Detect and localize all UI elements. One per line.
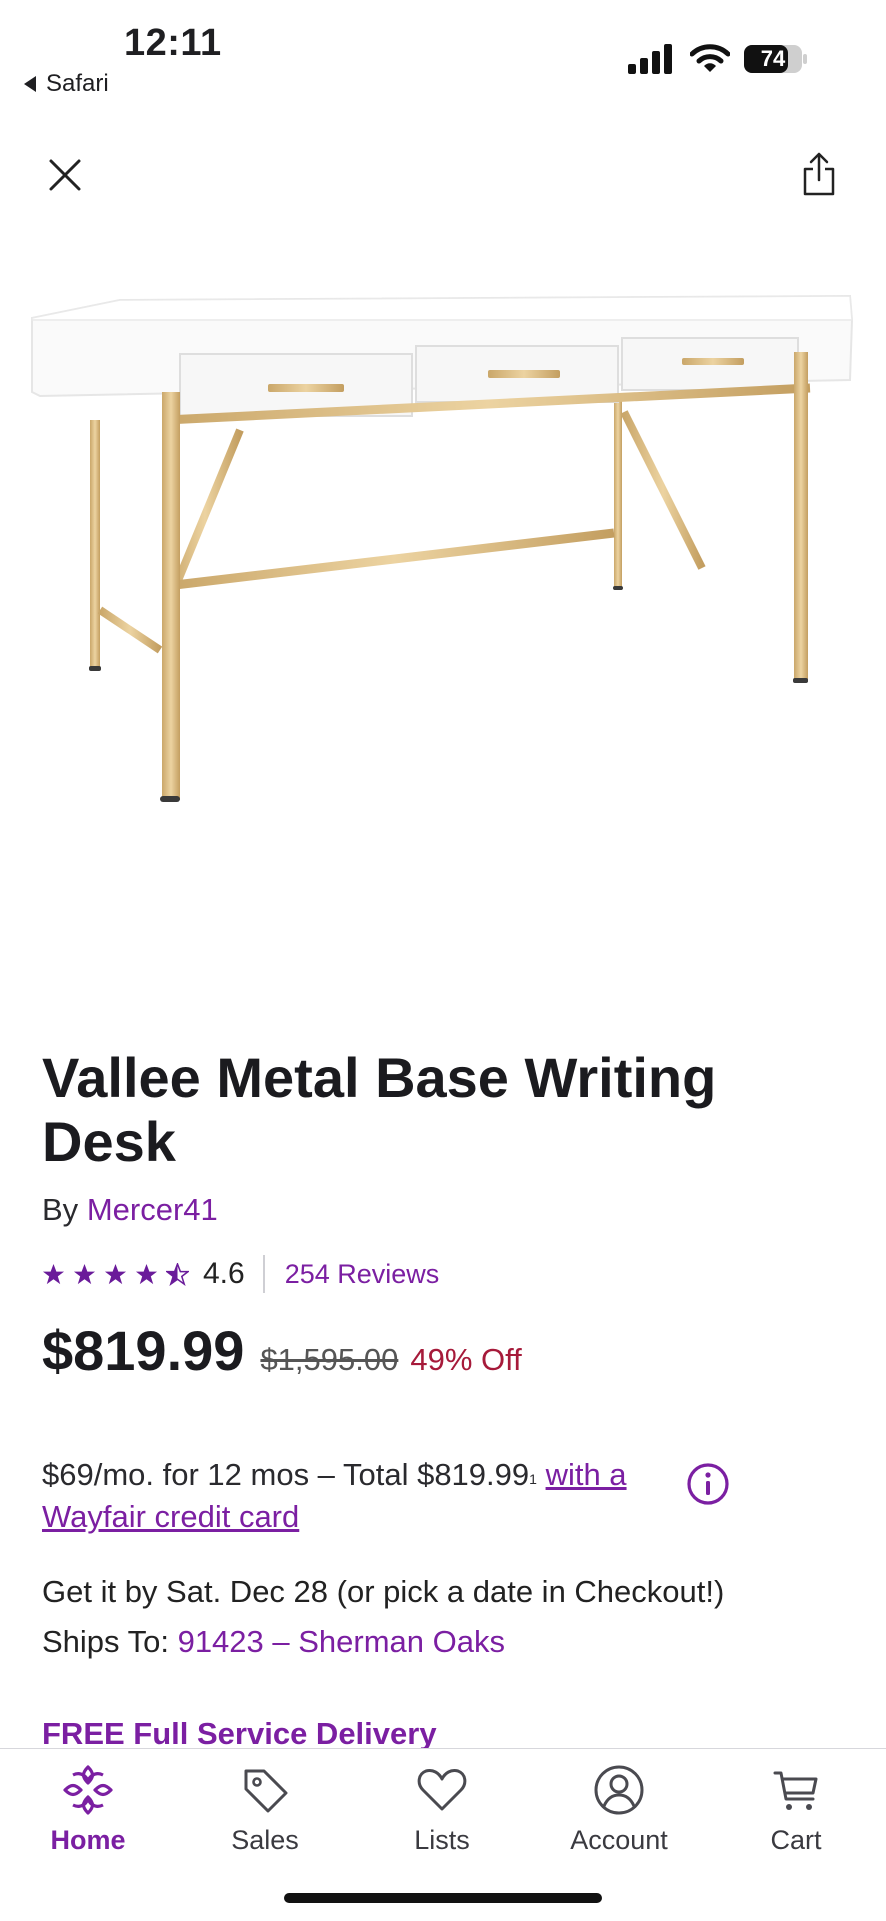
tab-home-label: Home: [50, 1825, 126, 1855]
product-title: Vallee Metal Base Writing Desk: [42, 1046, 717, 1173]
star-rating: [42, 1262, 189, 1286]
info-icon[interactable]: [686, 1462, 730, 1506]
tab-cart[interactable]: Cart: [726, 1763, 866, 1856]
reviews-link[interactable]: 254 Reviews: [285, 1259, 440, 1290]
price-row: $819.99 $1,595.00 49% Off: [42, 1318, 522, 1383]
ships-to: Ships To: 91423 – Sherman Oaks: [42, 1624, 505, 1660]
financing-footnote: 1: [529, 1471, 537, 1487]
close-button[interactable]: [40, 150, 90, 200]
credit-card-link-line2[interactable]: Wayfair credit card: [42, 1499, 299, 1534]
share-button[interactable]: [796, 148, 842, 200]
by-label: By: [42, 1192, 79, 1227]
tab-home[interactable]: Home: [18, 1763, 158, 1856]
tab-sales[interactable]: Sales: [195, 1763, 335, 1856]
half-star-icon: [166, 1262, 189, 1286]
status-bar: 12:11 Safari 74: [0, 0, 886, 110]
credit-card-link[interactable]: with a: [546, 1457, 627, 1492]
current-price: $819.99: [42, 1319, 245, 1382]
ships-to-label: Ships To:: [42, 1624, 169, 1659]
bottom-tab-bar: Home Sales Lists Account Cart: [0, 1748, 886, 1921]
tab-account-label: Account: [570, 1825, 668, 1855]
ships-to-location-link[interactable]: 91423 – Sherman Oaks: [178, 1624, 505, 1659]
wifi-icon: [690, 44, 730, 72]
tag-icon: [244, 1769, 288, 1813]
financing-offer: $69/mo. for 12 mos – Total $819.991 with…: [42, 1454, 672, 1538]
back-app-label: Safari: [46, 70, 109, 97]
back-to-safari-button[interactable]: Safari: [24, 70, 109, 98]
star-icon: [73, 1263, 96, 1284]
battery-indicator: 74: [744, 44, 808, 74]
star-icon: [135, 1263, 158, 1284]
status-time: 12:11: [124, 22, 222, 64]
cellular-signal-icon: [628, 44, 672, 74]
close-icon: [49, 159, 81, 191]
original-price: $1,595.00: [260, 1342, 399, 1377]
share-icon: [803, 152, 835, 196]
rating-value: 4.6: [203, 1257, 245, 1290]
discount-label: 49% Off: [410, 1342, 522, 1377]
rating-divider: [262, 1255, 265, 1293]
star-icon: [104, 1263, 127, 1284]
product-image[interactable]: [0, 240, 886, 860]
battery-level: 74: [760, 46, 786, 71]
heart-icon: [417, 1769, 467, 1811]
brand-link[interactable]: Mercer41: [87, 1192, 218, 1227]
tab-lists[interactable]: Lists: [372, 1763, 512, 1856]
delivery-estimate: Get it by Sat. Dec 28 (or pick a date in…: [42, 1574, 725, 1609]
rating-row: 4.6 254 Reviews: [42, 1254, 439, 1294]
tab-account[interactable]: Account: [549, 1763, 689, 1856]
home-icon: [63, 1765, 113, 1815]
tab-sales-label: Sales: [231, 1825, 299, 1855]
brand-byline: By Mercer41: [42, 1192, 218, 1228]
star-icon: [42, 1263, 65, 1284]
home-indicator[interactable]: [284, 1893, 602, 1903]
tab-cart-label: Cart: [770, 1825, 822, 1855]
cart-icon: [773, 1771, 818, 1810]
financing-text: $69/mo. for 12 mos – Total $819.99: [42, 1457, 530, 1492]
free-delivery-link[interactable]: FREE Full Service Delivery: [42, 1716, 437, 1748]
tab-lists-label: Lists: [414, 1825, 470, 1855]
back-triangle-icon: [24, 76, 36, 92]
account-icon: [594, 1765, 644, 1815]
